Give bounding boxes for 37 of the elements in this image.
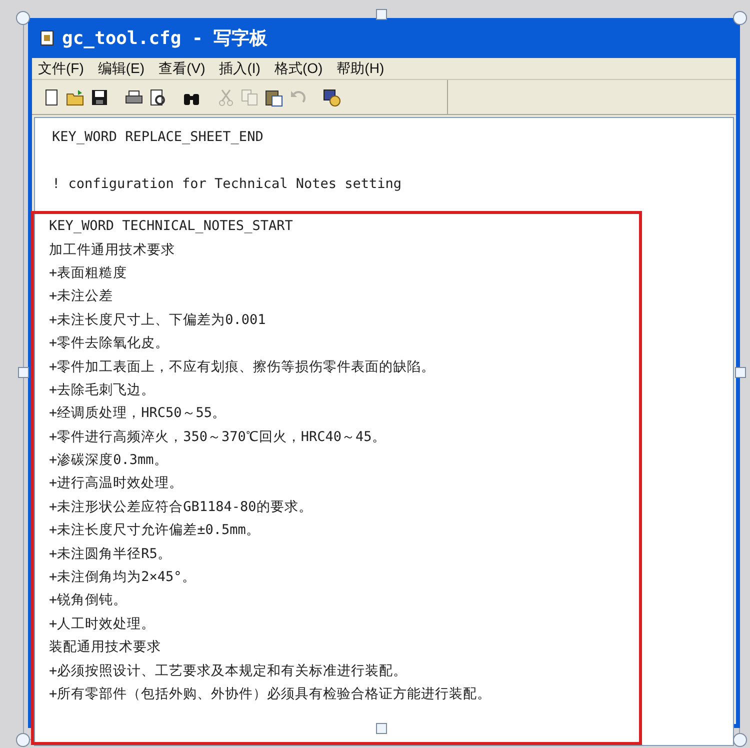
menu-item[interactable]: 插入(I) bbox=[219, 58, 260, 79]
text-line: +零件去除氧化皮。 bbox=[49, 335, 170, 352]
text-line: +人工时效处理。 bbox=[49, 616, 156, 632]
text-line: 加工件通用技术要求 bbox=[49, 242, 175, 258]
text-line: +进行高温时效处理。 bbox=[49, 475, 184, 492]
resize-handle[interactable] bbox=[733, 733, 747, 747]
text-line: +去除毛刺飞边。 bbox=[49, 382, 156, 398]
resize-handle[interactable] bbox=[733, 11, 747, 25]
text-line: +必须按照设计、工艺要求及本规定和有关标准进行装配。 bbox=[49, 662, 408, 679]
text-line: +未注倒角均为2×45°。 bbox=[49, 569, 196, 586]
text-line: KEY_WORD TECHNICAL_NOTES_START bbox=[49, 218, 293, 234]
text-line: +所有零部件（包括外购、外协件）必须具有检验合格证方能进行装配。 bbox=[49, 686, 492, 702]
text-line: ! configuration for Technical Notes setting bbox=[52, 176, 402, 192]
text-line: +未注长度尺寸上、下偏差为0.001 bbox=[49, 312, 266, 328]
window-title: gc_tool.cfg - 写字板 bbox=[62, 26, 268, 50]
document-icon bbox=[40, 30, 54, 46]
menu-item[interactable]: 帮助(H) bbox=[336, 58, 384, 79]
text-line: +未注形状公差应符合GB1184-80的要求。 bbox=[49, 498, 312, 515]
menu-item[interactable]: 格式(O) bbox=[274, 58, 323, 79]
text-line: +渗碳深度0.3mm。 bbox=[49, 452, 168, 468]
resize-handle[interactable] bbox=[18, 366, 28, 378]
menu-item[interactable]: 编辑(E) bbox=[98, 58, 145, 79]
text-line: +未注公差 bbox=[49, 288, 114, 304]
text-line: +经调质处理，HRC50～55。 bbox=[49, 405, 226, 422]
text-line: KEY_WORD REPLACE_SHEET_END bbox=[52, 129, 264, 145]
resize-handle[interactable] bbox=[376, 8, 386, 20]
text-line: +未注长度尺寸允许偏差±0.5mm。 bbox=[49, 522, 260, 538]
text-line: +锐角倒钝。 bbox=[49, 592, 128, 608]
text-line: +表面粗糙度 bbox=[49, 264, 128, 281]
text-line: +零件加工表面上，不应有划痕、擦伤等损伤零件表面的缺陷。 bbox=[49, 358, 436, 375]
text-line: 装配通用技术要求 bbox=[49, 639, 161, 656]
menu-item[interactable]: 文件(F) bbox=[38, 58, 84, 79]
text-line: +零件进行高频淬火，350～370℃回火，HRC40～45。 bbox=[49, 428, 386, 445]
menu-item[interactable]: 查看(V) bbox=[158, 58, 206, 79]
resize-handle[interactable] bbox=[16, 11, 30, 25]
text-line: +未注圆角半径R5。 bbox=[49, 546, 172, 562]
resize-handle[interactable] bbox=[16, 733, 30, 747]
